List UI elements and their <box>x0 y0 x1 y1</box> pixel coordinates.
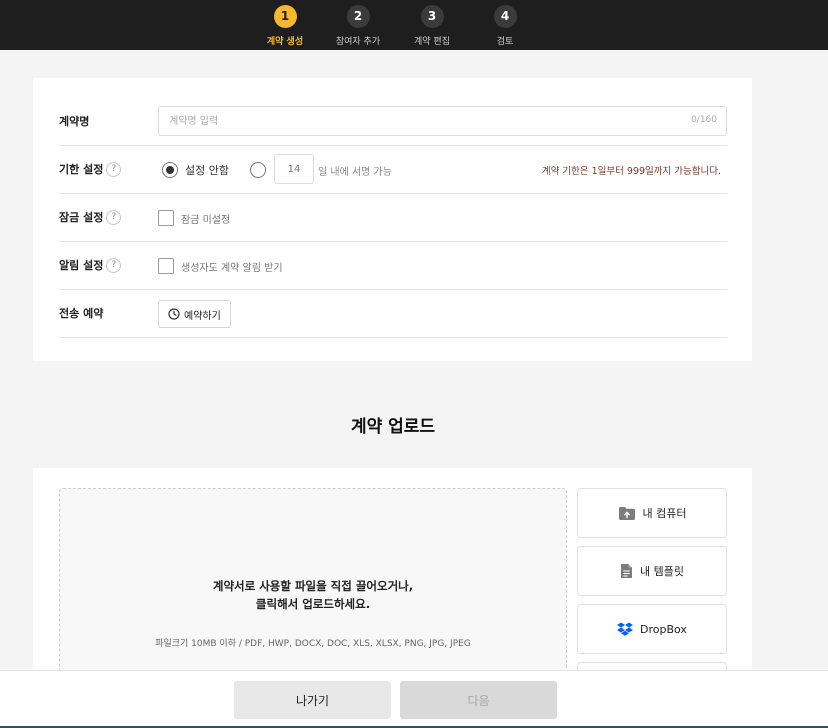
lock-label: 잠금 설정 ? <box>59 209 122 225</box>
lock-row: 잠금 설정 ? 잠금 미설정 <box>59 194 727 242</box>
step-label: 계약 생성 <box>266 37 304 47</box>
clock-icon <box>168 308 180 320</box>
dropzone-line-2: 클릭해서 업로드하세요. <box>255 597 371 611</box>
step-number: 1 <box>273 5 297 28</box>
contract-settings-card: 계약명 0/160 기한 설정 ? 설정 안함 일 내에 서명 가능 계약 기한… <box>33 78 752 361</box>
deadline-row: 기한 설정 ? 설정 안함 일 내에 서명 가능 계약 기한은 1일부터 999… <box>59 146 727 194</box>
contract-name-label: 계약명 <box>59 115 90 128</box>
deadline-days-input[interactable] <box>274 154 314 184</box>
step-create-contract[interactable]: 1 계약 생성 <box>245 5 325 47</box>
stepper-bar: 1 계약 생성 2 참여자 추가 3 계약 편집 4 검토 <box>0 0 828 50</box>
schedule-button[interactable]: 예약하기 <box>158 300 231 328</box>
step-review[interactable]: 4 검토 <box>465 5 545 47</box>
notify-row: 알림 설정 ? 생성자도 계약 알림 받기 <box>59 242 727 290</box>
step-label: 계약 편집 <box>414 37 450 47</box>
help-icon[interactable]: ? <box>106 257 122 273</box>
deadline-note: 계약 기한은 1일부터 999일까지 가능합니다. <box>541 166 721 177</box>
step-label: 검토 <box>496 37 514 47</box>
step-number: 2 <box>346 5 370 28</box>
notify-checkbox[interactable] <box>158 258 174 274</box>
deadline-label: 기한 설정 ? <box>59 161 122 177</box>
char-counter: 0/160 <box>691 115 717 125</box>
upload-section-title: 계약 업로드 <box>350 417 436 437</box>
dropbox-icon <box>617 622 634 636</box>
my-computer-label: 내 컴퓨터 <box>642 507 687 520</box>
exit-button[interactable]: 나가기 <box>234 681 391 719</box>
deadline-label-text: 기한 설정 <box>59 163 104 176</box>
dropzone-line-1: 계약서로 사용할 파일을 직접 끌어오거나, <box>212 579 414 593</box>
step-edit-contract[interactable]: 3 계약 편집 <box>392 5 472 47</box>
help-icon[interactable]: ? <box>106 161 122 177</box>
next-button[interactable]: 다음 <box>400 681 557 719</box>
dropbox-label: DropBox <box>640 622 687 636</box>
step-label: 참여자 추가 <box>335 37 381 47</box>
my-computer-button[interactable]: 내 컴퓨터 <box>577 488 727 538</box>
notify-label-text: 알림 설정 <box>59 259 104 272</box>
lock-label-text: 잠금 설정 <box>59 211 104 224</box>
step-add-participants[interactable]: 2 참여자 추가 <box>318 5 398 47</box>
document-icon <box>621 564 632 578</box>
dropbox-button[interactable]: DropBox <box>577 604 727 654</box>
lock-checkbox[interactable] <box>158 210 174 226</box>
contract-name-input[interactable] <box>158 106 727 136</box>
schedule-row: 전송 예약 예약하기 <box>59 290 727 338</box>
deadline-days-radio[interactable] <box>250 162 266 178</box>
dropzone-instructions: 계약서로 사용할 파일을 직접 끌어오거나, 클릭해서 업로드하세요. <box>60 577 566 613</box>
deadline-days-suffix: 일 내에 서명 가능 <box>318 167 392 178</box>
step-number: 4 <box>493 5 517 28</box>
folder-upload-icon <box>618 506 635 520</box>
deadline-none-label: 설정 안함 <box>185 164 229 177</box>
schedule-button-label: 예약하기 <box>184 310 221 322</box>
deadline-none-radio[interactable] <box>162 162 178 178</box>
my-template-button[interactable]: 내 템플릿 <box>577 546 727 596</box>
help-icon[interactable]: ? <box>106 209 122 225</box>
contract-name-row: 계약명 0/160 <box>59 98 727 146</box>
notify-label: 알림 설정 ? <box>59 257 122 273</box>
lock-checkbox-label: 잠금 미설정 <box>181 215 231 226</box>
notify-checkbox-label: 생성자도 계약 알림 받기 <box>181 263 283 274</box>
step-number: 3 <box>420 5 444 28</box>
my-template-label: 내 템플릿 <box>640 565 684 578</box>
bottom-action-bar: 나가기 다음 <box>0 670 828 728</box>
schedule-label: 전송 예약 <box>59 307 104 320</box>
dropzone-file-limits: 파일크기 10MB 이하 / PDF, HWP, DOCX, DOC, XLS,… <box>155 639 471 649</box>
